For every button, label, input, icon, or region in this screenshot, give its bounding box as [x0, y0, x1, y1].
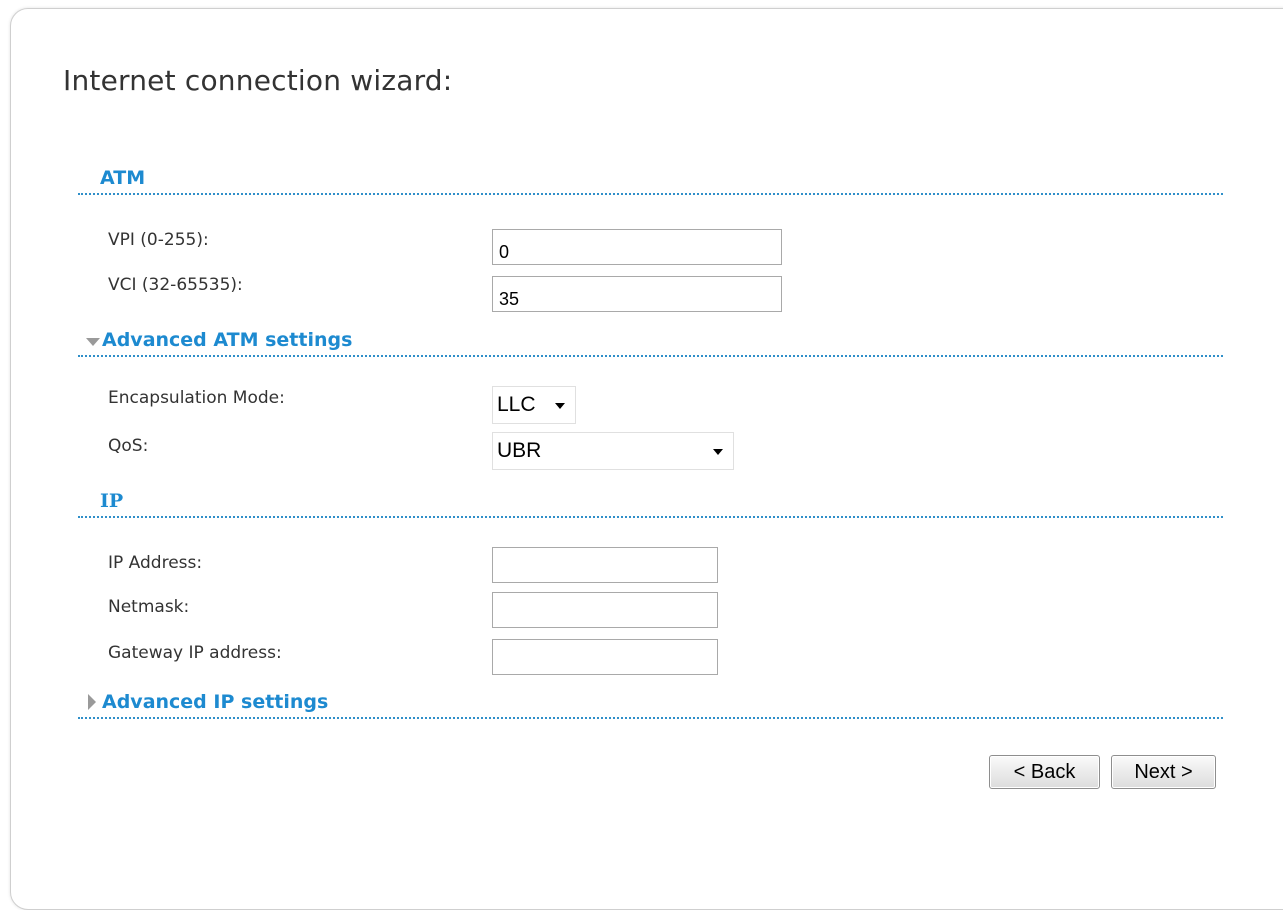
- section-ip-heading: IP: [100, 490, 124, 512]
- vpi-input[interactable]: 0: [492, 229, 782, 265]
- encapsulation-mode-value: LLC: [497, 393, 536, 416]
- section-atm-heading: ATM: [100, 167, 146, 189]
- section-advanced-ip[interactable]: Advanced IP settings: [78, 691, 1223, 719]
- ip-address-input[interactable]: [492, 547, 718, 583]
- section-advanced-ip-heading[interactable]: Advanced IP settings: [102, 691, 328, 713]
- vci-input[interactable]: 35: [492, 276, 782, 312]
- netmask-label: Netmask:: [108, 597, 190, 617]
- page-title: Internet connection wizard:: [63, 64, 453, 97]
- expand-arrow-icon[interactable]: [88, 694, 96, 710]
- qos-select[interactable]: UBR: [492, 432, 734, 470]
- gateway-ip-input[interactable]: [492, 639, 718, 675]
- qos-value: UBR: [497, 439, 542, 462]
- netmask-input[interactable]: [492, 592, 718, 628]
- back-button[interactable]: < Back: [989, 755, 1100, 789]
- section-ip: IP: [78, 490, 1223, 518]
- vpi-label: VPI (0-255):: [108, 230, 209, 250]
- section-advanced-atm-heading[interactable]: Advanced ATM settings: [102, 329, 352, 351]
- ip-address-label: IP Address:: [108, 553, 203, 573]
- encapsulation-mode-label: Encapsulation Mode:: [108, 388, 285, 408]
- gateway-ip-label: Gateway IP address:: [108, 643, 282, 663]
- qos-label: QoS:: [108, 436, 149, 456]
- section-advanced-atm[interactable]: Advanced ATM settings: [78, 329, 1223, 357]
- section-atm: ATM: [78, 167, 1223, 195]
- vci-label: VCI (32-65535):: [108, 275, 243, 295]
- collapse-arrow-icon[interactable]: [86, 338, 100, 346]
- chevron-down-icon: [713, 449, 723, 455]
- next-button[interactable]: Next >: [1111, 755, 1216, 789]
- encapsulation-mode-select[interactable]: LLC: [492, 386, 576, 424]
- chevron-down-icon: [555, 403, 565, 409]
